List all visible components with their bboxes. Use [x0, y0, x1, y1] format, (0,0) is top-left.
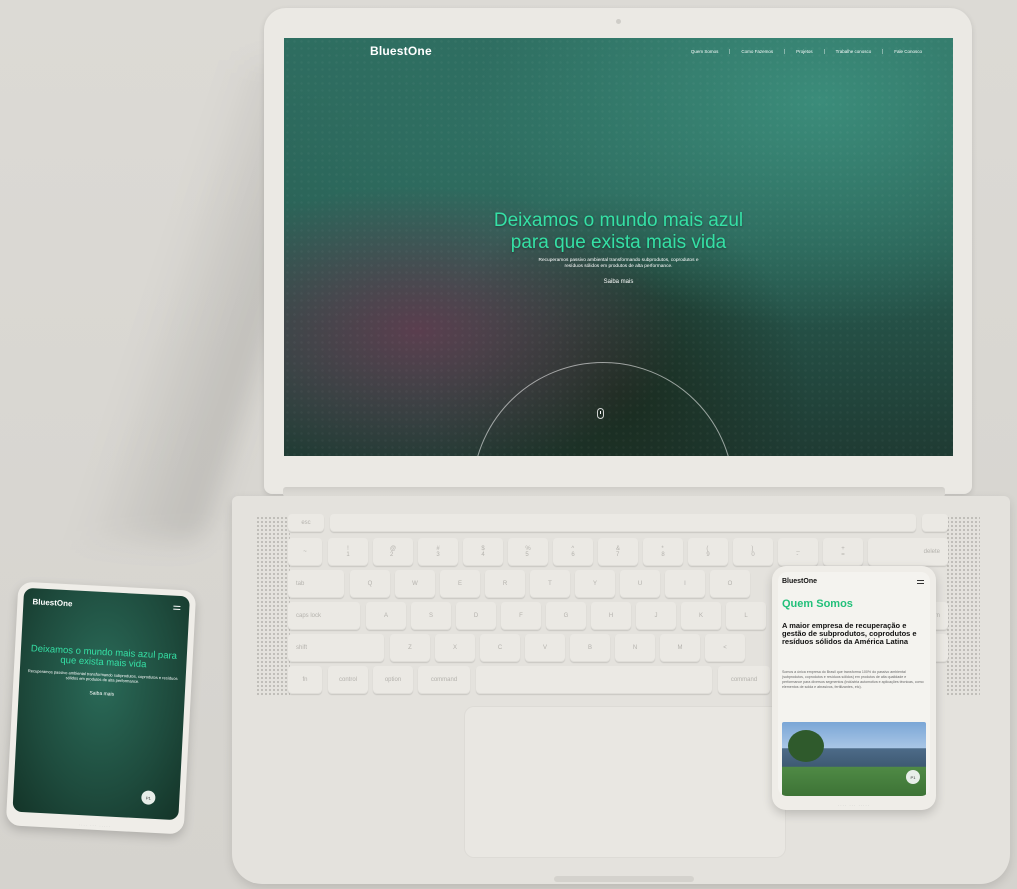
key-g[interactable]: G — [546, 602, 586, 630]
site-logo[interactable]: BluestOne — [370, 44, 432, 58]
key-minus[interactable]: _ - — [778, 538, 818, 566]
phone-right: BluestOne Quem Somos A maior empresa de … — [772, 566, 936, 810]
quem-somos-title: Quem Somos — [782, 598, 853, 610]
key-z[interactable]: Z — [390, 634, 430, 662]
nav-link-fale-conosco[interactable]: Fale Conosco — [882, 48, 933, 54]
key-9[interactable]: ( 9 — [688, 538, 728, 566]
camera-icon — [616, 19, 621, 24]
phone-right-badge[interactable]: P1 — [906, 770, 920, 784]
key-y[interactable]: Y — [575, 570, 615, 598]
key-v[interactable]: V — [525, 634, 565, 662]
hero-title-line2: para que exista mais vida — [510, 232, 727, 253]
left-speaker-grille — [256, 516, 290, 696]
key-b[interactable]: B — [570, 634, 610, 662]
key-5[interactable]: % 5 — [508, 538, 548, 566]
key-tilde[interactable]: ~ — [288, 538, 322, 566]
quem-somos-subtitle: A maior empresa de recuperação e gestão … — [782, 621, 917, 646]
key-command-right[interactable]: command — [718, 666, 770, 694]
phone-right-screen: BluestOne Quem Somos A maior empresa de … — [778, 572, 930, 796]
key-8[interactable]: * 8 — [643, 538, 683, 566]
saiba-mais-link[interactable]: Saiba mais — [604, 279, 634, 285]
factory-photo: P1 — [782, 722, 926, 796]
key-h[interactable]: H — [591, 602, 631, 630]
key-x[interactable]: X — [435, 634, 475, 662]
scroll-mouse-icon[interactable] — [597, 408, 604, 419]
key-n[interactable]: N — [615, 634, 655, 662]
phone-right-footer: ···· ··· ····· — [837, 803, 871, 808]
key-k[interactable]: K — [681, 602, 721, 630]
nav-links: Quem Somos Como Fazemos Projetos Trabalh… — [680, 48, 933, 54]
key-4[interactable]: $ 4 — [463, 538, 503, 566]
key-1[interactable]: ! 1 — [328, 538, 368, 566]
key-r[interactable]: R — [485, 570, 525, 598]
key-0[interactable]: ) 0 — [733, 538, 773, 566]
key-command-left[interactable]: command — [418, 666, 470, 694]
laptop-lid: BluestOne Quem Somos Como Fazemos Projet… — [264, 8, 972, 494]
key-e[interactable]: E — [440, 570, 480, 598]
key-space[interactable] — [476, 666, 712, 694]
key-a[interactable]: A — [366, 602, 406, 630]
key-q[interactable]: Q — [350, 570, 390, 598]
key-j[interactable]: J — [636, 602, 676, 630]
key-esc[interactable]: esc — [288, 514, 324, 532]
nav-link-projetos[interactable]: Projetos — [784, 48, 824, 54]
key-f[interactable]: F — [501, 602, 541, 630]
site-nav: BluestOne Quem Somos Como Fazemos Projet… — [284, 38, 953, 64]
key-tab[interactable]: tab — [288, 570, 344, 598]
hero-subtitle-line1: Recuperamos passivo ambiental transforma… — [538, 258, 699, 263]
key-delete[interactable]: delete — [868, 538, 948, 566]
key-m[interactable]: M — [660, 634, 700, 662]
front-notch — [554, 876, 694, 882]
phone-left: BluestOne Deixamos o mundo mais azul par… — [5, 581, 197, 835]
phone-left-badge[interactable]: P1 — [141, 790, 156, 805]
hamburger-menu-icon[interactable] — [917, 580, 924, 584]
key-d[interactable]: D — [456, 602, 496, 630]
hero-subtitle-line2: resíduos sólidos em produtos de alta per… — [564, 264, 673, 269]
hero-title-line1: Deixamos o mundo mais azul — [493, 210, 744, 231]
key-t[interactable]: T — [530, 570, 570, 598]
key-2[interactable]: @ 2 — [373, 538, 413, 566]
hamburger-menu-icon[interactable] — [173, 605, 181, 611]
hero-subtitle: Recuperamos passivo ambiental transforma… — [284, 258, 953, 270]
key-shift-left[interactable]: shift — [288, 634, 384, 662]
key-i[interactable]: I — [665, 570, 705, 598]
nav-link-como-fazemos[interactable]: Como Fazemos — [729, 48, 784, 54]
key-l[interactable]: L — [726, 602, 766, 630]
key-6[interactable]: ^ 6 — [553, 538, 593, 566]
key-option[interactable]: option — [373, 666, 413, 694]
phone-left-logo[interactable]: BluestOne — [32, 597, 72, 608]
quem-somos-body: Somos a única empresa do Brasil que tran… — [782, 670, 924, 689]
key-caps-lock[interactable]: caps lock — [288, 602, 360, 630]
key-7[interactable]: & 7 — [598, 538, 638, 566]
phone-left-hero: Deixamos o mundo mais azul para que exis… — [25, 643, 182, 704]
laptop-screen: BluestOne Quem Somos Como Fazemos Projet… — [284, 38, 953, 456]
key-w[interactable]: W — [395, 570, 435, 598]
nav-link-quem-somos[interactable]: Quem Somos — [680, 49, 730, 54]
phone-left-screen: BluestOne Deixamos o mundo mais azul par… — [12, 587, 190, 821]
key-u[interactable]: U — [620, 570, 660, 598]
key-3[interactable]: # 3 — [418, 538, 458, 566]
key-c[interactable]: C — [480, 634, 520, 662]
phone-right-logo[interactable]: BluestOne — [782, 578, 817, 585]
tree-shape — [788, 730, 824, 762]
touch-id-key[interactable] — [922, 514, 948, 532]
hero: Deixamos o mundo mais azul para que exis… — [284, 210, 953, 288]
key-fn[interactable]: fn — [288, 666, 322, 694]
key-comma[interactable]: < — [705, 634, 745, 662]
key-o[interactable]: O — [710, 570, 750, 598]
key-control[interactable]: control — [328, 666, 368, 694]
nav-link-trabalhe-conosco[interactable]: Trabalhe conosco — [823, 48, 883, 54]
key-equals[interactable]: + = — [823, 538, 863, 566]
phone-left-hero-title: Deixamos o mundo mais azul para que exis… — [30, 643, 178, 671]
phone-left-saiba-mais-link[interactable]: Saiba mais — [89, 690, 114, 697]
hero-title: Deixamos o mundo mais azul para que exis… — [284, 210, 953, 254]
touch-bar[interactable] — [330, 514, 916, 532]
key-s[interactable]: S — [411, 602, 451, 630]
trackpad[interactable] — [464, 706, 786, 858]
